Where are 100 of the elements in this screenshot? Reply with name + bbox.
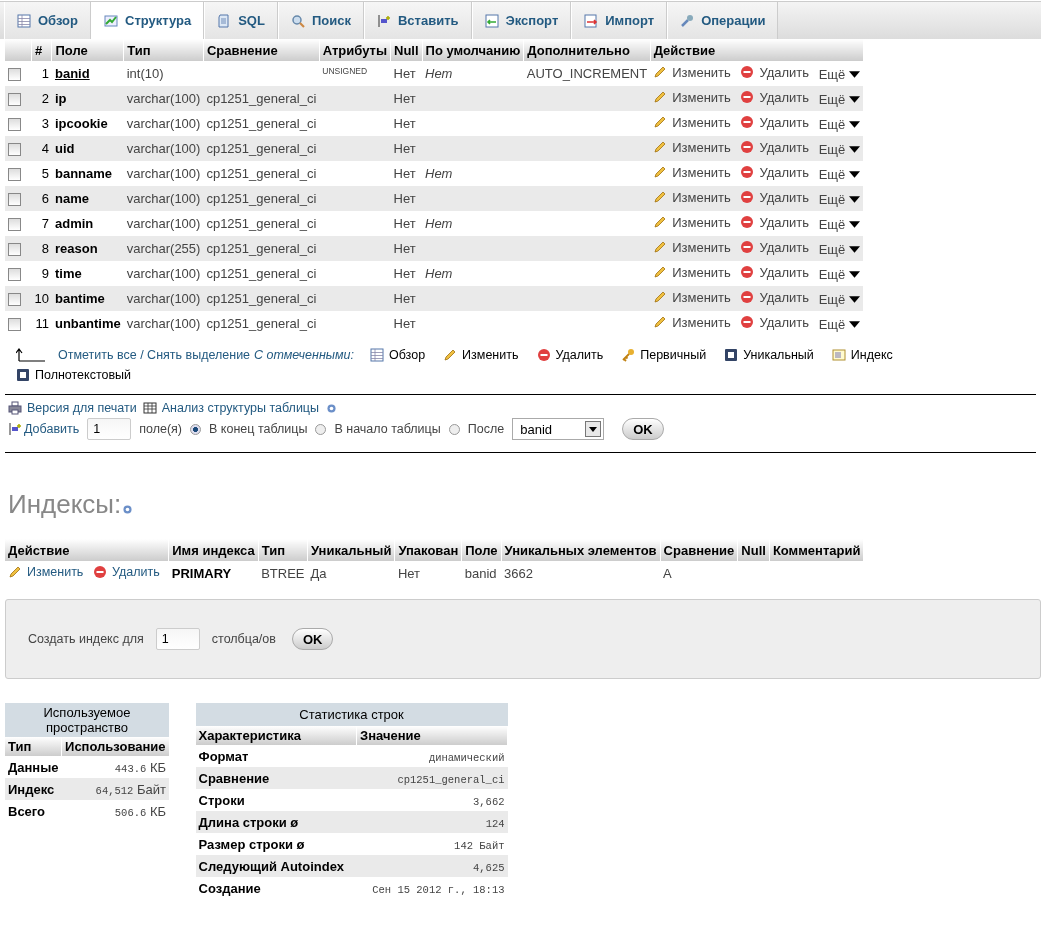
bulk-action-button[interactable]: Уникальный xyxy=(724,348,814,362)
tab[interactable]: Структура xyxy=(91,2,205,39)
bulk-action-button[interactable]: Индекс xyxy=(831,348,893,362)
collation-cell: cp1251_general_ci xyxy=(206,141,317,156)
null-cell: Нет xyxy=(393,66,416,81)
radio-button[interactable] xyxy=(315,423,327,435)
edit-link[interactable]: Изменить xyxy=(672,189,731,205)
tool-link[interactable]: Версия для печати xyxy=(8,401,137,415)
caret-icon xyxy=(849,71,861,79)
checkbox[interactable] xyxy=(8,268,21,282)
row-number: 2 xyxy=(41,91,49,106)
checkbox[interactable] xyxy=(8,118,21,132)
bulk-action-button[interactable]: Изменить xyxy=(443,348,519,362)
delete-link[interactable]: Удалить xyxy=(759,64,810,80)
table-caption: Статистика строк xyxy=(299,707,404,722)
delete-link[interactable]: Удалить xyxy=(759,239,810,255)
checkbox[interactable] xyxy=(8,68,21,82)
edit-link[interactable]: Изменить xyxy=(672,264,731,280)
checkbox[interactable] xyxy=(8,143,21,157)
delete-link[interactable]: Удалить xyxy=(759,89,810,105)
ok-button[interactable]: OK xyxy=(291,628,334,650)
bulk-action-button[interactable]: Первичный xyxy=(621,348,707,362)
delete-link[interactable]: Удалить xyxy=(759,139,810,155)
help-icon[interactable] xyxy=(123,505,133,514)
checkbox[interactable] xyxy=(8,318,21,332)
field-name: name xyxy=(54,191,89,206)
column-header: Имя индекса xyxy=(168,539,259,561)
delete-link[interactable]: Удалить xyxy=(759,189,810,205)
checkbox[interactable] xyxy=(8,93,21,107)
edit-link[interactable]: Изменить xyxy=(27,564,84,579)
delete-link[interactable]: Удалить xyxy=(759,289,810,305)
stat-value: 4,625 xyxy=(473,861,505,874)
delete-link[interactable]: Удалить xyxy=(759,314,810,330)
delete-link[interactable]: Удалить xyxy=(112,564,160,579)
edit-link[interactable]: Изменить xyxy=(672,64,731,80)
more-button[interactable]: Ещё xyxy=(818,167,861,183)
more-button[interactable]: Ещё xyxy=(818,142,861,158)
row-label: Следующий Autoindex xyxy=(198,858,345,874)
tab[interactable]: Поиск xyxy=(277,2,364,39)
row-label: Индекс xyxy=(8,781,55,797)
tab[interactable]: Обзор xyxy=(4,2,91,39)
checkbox[interactable] xyxy=(8,218,21,232)
null-cell: Нет xyxy=(393,166,416,181)
insert-icon xyxy=(376,13,391,28)
bulk-action-button[interactable]: Полнотекстовый xyxy=(16,368,132,382)
column-header: Действие xyxy=(5,539,169,561)
help-icon[interactable] xyxy=(327,403,336,413)
delete-link[interactable]: Удалить xyxy=(759,264,810,280)
checkbox[interactable] xyxy=(8,193,21,207)
field-select[interactable]: banid xyxy=(512,418,605,440)
more-button[interactable]: Ещё xyxy=(818,67,861,83)
more-button[interactable]: Ещё xyxy=(818,192,861,208)
edit-link[interactable]: Изменить xyxy=(672,89,731,105)
delete-icon xyxy=(536,348,551,362)
checkbox[interactable] xyxy=(8,168,21,182)
bulk-action-button[interactable]: Удалить xyxy=(536,348,604,362)
more-button[interactable]: Ещё xyxy=(818,242,861,258)
ok-button[interactable]: OK xyxy=(622,418,664,440)
caret-icon xyxy=(849,271,861,279)
tab[interactable]: Экспорт xyxy=(471,2,572,39)
pencil-icon xyxy=(653,315,668,330)
more-button[interactable]: Ещё xyxy=(818,117,861,133)
delete-icon xyxy=(740,315,755,330)
more-button[interactable]: Ещё xyxy=(818,317,861,333)
check-all-link[interactable]: Отметить все / Снять выделение xyxy=(58,348,251,362)
row-label: Длина строки ø xyxy=(198,814,299,830)
tool-link[interactable]: Анализ структуры таблицы xyxy=(142,401,319,415)
checkbox[interactable] xyxy=(8,243,21,257)
bulk-action-button[interactable]: Обзор xyxy=(370,348,426,362)
checkbox[interactable] xyxy=(8,293,21,307)
edit-link[interactable]: Изменить xyxy=(672,314,731,330)
edit-link[interactable]: Изменить xyxy=(672,164,731,180)
edit-link[interactable]: Изменить xyxy=(672,289,731,305)
field-name: bantime xyxy=(54,291,105,306)
tab[interactable]: Импорт xyxy=(571,2,668,39)
default-cell: Нет xyxy=(425,66,453,81)
field-name[interactable]: banid xyxy=(54,66,90,81)
default-cell: Нет xyxy=(425,166,453,181)
unit-label: столбца/ов xyxy=(211,632,276,646)
delete-link[interactable]: Удалить xyxy=(759,164,810,180)
collation-cell: cp1251_general_ci xyxy=(206,291,317,306)
delete-link[interactable]: Удалить xyxy=(759,214,810,230)
edit-link[interactable]: Изменить xyxy=(672,214,731,230)
radio-button[interactable] xyxy=(448,423,460,435)
edit-link[interactable]: Изменить xyxy=(672,239,731,255)
field-count-input[interactable]: 1 xyxy=(87,418,132,440)
delete-link[interactable]: Удалить xyxy=(759,114,810,130)
more-button[interactable]: Ещё xyxy=(818,267,861,283)
tab[interactable]: Вставить xyxy=(363,2,472,39)
tab[interactable]: SQL xyxy=(204,2,278,39)
radio-button[interactable] xyxy=(190,423,202,435)
row-label: Создание xyxy=(198,880,261,896)
more-button[interactable]: Ещё xyxy=(818,292,861,308)
type-cell: varchar(100) xyxy=(126,291,201,306)
edit-link[interactable]: Изменить xyxy=(672,114,731,130)
more-button[interactable]: Ещё xyxy=(818,217,861,233)
edit-link[interactable]: Изменить xyxy=(672,139,731,155)
column-count-input[interactable]: 1 xyxy=(155,628,200,650)
tab[interactable]: Операции xyxy=(667,2,779,39)
more-button[interactable]: Ещё xyxy=(818,92,861,108)
